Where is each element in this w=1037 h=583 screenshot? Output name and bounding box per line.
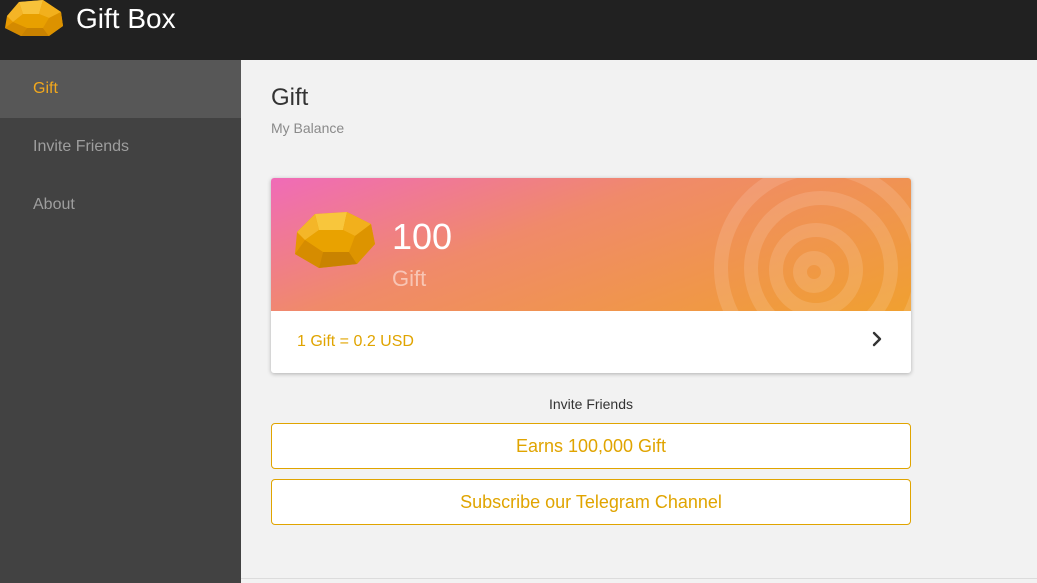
sidebar-nav: Gift Invite Friends About [0,60,241,583]
balance-unit: Gift [392,266,427,291]
gold-gem-icon [295,212,375,268]
swirl-decoration [714,178,911,311]
exchange-rate-text: 1 Gift = 0.2 USD [297,333,414,350]
sidebar-item-gift[interactable]: Gift [0,60,241,118]
page-subtitle: My Balance [271,120,345,136]
sidebar-item-about[interactable]: About [0,176,241,234]
exchange-rate-row[interactable]: 1 Gift = 0.2 USD [271,311,911,373]
invite-friends-caption: Invite Friends [548,396,634,412]
chevron-right-icon[interactable] [870,330,884,348]
bottom-divider [241,578,1037,579]
app-title: Gift Box [76,3,176,34]
gold-gem-icon [5,0,63,36]
balance-card: 100 Gift 1 Gift = 0.2 USD [271,178,911,373]
main-content: Gift My Balance 100 Gift 1 Gift = 0.2 US… [241,60,1037,583]
page-title: Gift [271,84,309,111]
earn-gift-button[interactable]: Earns 100,000 Gift [271,423,911,469]
top-app-bar: Gift Box [0,0,1037,60]
balance-card-banner: 100 Gift [271,178,911,311]
subscribe-telegram-button[interactable]: Subscribe our Telegram Channel [271,479,911,525]
sidebar-item-invite-friends[interactable]: Invite Friends [0,118,241,176]
balance-amount: 100 [392,216,453,257]
